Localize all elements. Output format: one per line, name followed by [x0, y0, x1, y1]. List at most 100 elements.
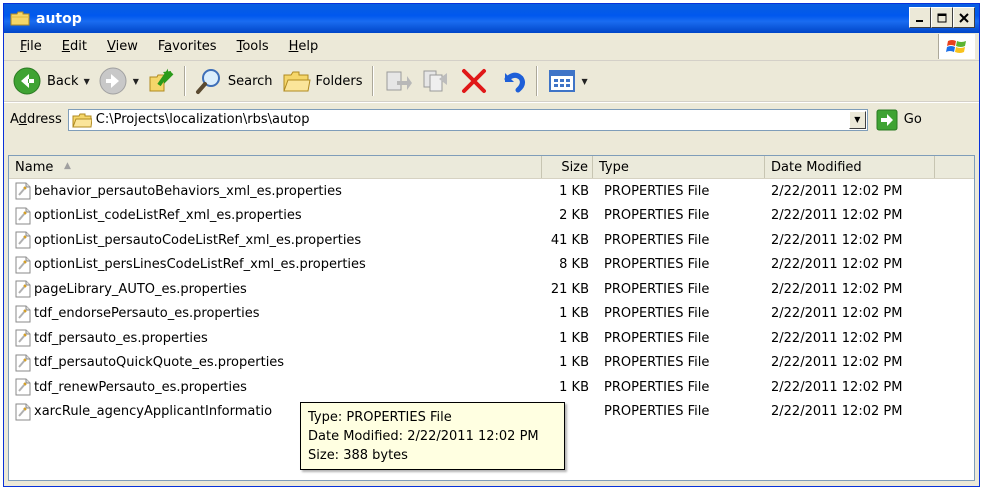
move-to-button[interactable] [379, 64, 417, 98]
file-row[interactable]: behavior_persautoBehaviors_xml_es.proper… [9, 179, 974, 204]
views-dropdown-icon[interactable]: ▼ [582, 77, 588, 86]
back-button[interactable]: Back ▼ [8, 64, 94, 98]
file-name: tdf_persauto_es.properties [34, 330, 208, 346]
address-dropdown-button[interactable]: ▼ [848, 110, 866, 129]
go-button[interactable]: Go [876, 109, 922, 131]
maximize-button[interactable] [931, 7, 953, 28]
file-row[interactable]: optionList_persautoCodeListRef_xml_es.pr… [9, 228, 974, 253]
file-row[interactable]: pageLibrary_AUTO_es.properties 21 KB PROPE… [9, 277, 974, 302]
toolbar-separator [371, 66, 374, 96]
column-header-row: Name ▲ Size Type Date Modified [9, 156, 974, 179]
close-button[interactable] [953, 7, 975, 28]
forward-button[interactable]: ▼ [94, 64, 143, 98]
file-row[interactable]: tdf_renewPersauto_es.properties 1 KB PROPE… [9, 375, 974, 400]
file-type: PROPERTIES File [604, 379, 710, 395]
properties-file-icon [15, 280, 31, 298]
folders-icon [282, 71, 311, 92]
file-name: optionList_codeListRef_xml_es.properties [34, 208, 302, 224]
column-header-size[interactable]: Size [542, 156, 593, 178]
file-name-cell[interactable]: tdf_persauto_es.properties [9, 329, 542, 347]
undo-button[interactable] [493, 64, 531, 98]
file-name: tdf_renewPersauto_es.properties [34, 379, 247, 395]
file-size: 1 KB [559, 183, 589, 199]
file-size: 41 KB [550, 232, 589, 248]
back-dropdown-icon[interactable]: ▼ [84, 77, 90, 86]
column-header-date-modified[interactable]: Date Modified [765, 156, 935, 178]
back-label: Back [47, 73, 79, 89]
file-name: behavior_persautoBehaviors_xml_es.proper… [34, 183, 342, 199]
file-row[interactable]: optionList_persLinesCodeListRef_xml_es.p… [9, 253, 974, 278]
tooltip-size: Size: 388 bytes [308, 448, 408, 463]
menu-help[interactable]: Help [279, 39, 329, 54]
menu-view[interactable]: View [97, 39, 148, 54]
sort-ascending-icon: ▲ [64, 161, 71, 171]
address-input[interactable]: C:\Projects\localization\rbs\autop ▼ [67, 108, 868, 131]
file-size: 8 KB [559, 257, 589, 273]
file-date-modified: 2/22/2011 12:02 PM [771, 232, 903, 248]
title-bar[interactable]: autop [4, 4, 979, 33]
minimize-button[interactable] [909, 7, 931, 28]
file-name-cell[interactable]: optionList_persautoCodeListRef_xml_es.pr… [9, 231, 542, 249]
standard-toolbar: Back ▼ ▼ Search Folders ▼ [4, 61, 979, 102]
file-type: PROPERTIES File [604, 281, 710, 297]
file-row[interactable]: tdf_persauto_es.properties 1 KB PROPERTIES… [9, 326, 974, 351]
file-name-cell[interactable]: tdf_endorsePersauto_es.properties [9, 305, 542, 323]
menu-edit[interactable]: Edit [52, 39, 97, 54]
delete-button[interactable] [455, 64, 493, 98]
file-name-cell[interactable]: behavior_persautoBehaviors_xml_es.proper… [9, 182, 542, 200]
explorer-window: autop File Edit View Favorites Tools Hel… [3, 3, 980, 487]
file-type: PROPERTIES File [604, 355, 710, 371]
file-row[interactable]: tdf_persautoQuickQuote_es.properties 1 KB… [9, 351, 974, 376]
file-date-modified: 2/22/2011 12:02 PM [771, 330, 903, 346]
forward-dropdown-icon[interactable]: ▼ [133, 77, 139, 86]
properties-file-icon [15, 305, 31, 323]
file-name-cell[interactable]: pageLibrary_AUTO_es.properties [9, 280, 542, 298]
toolbar-separator [183, 66, 186, 96]
file-name: optionList_persautoCodeListRef_xml_es.pr… [34, 232, 362, 248]
file-name: xarcRule_agencyApplicantInformatio [34, 404, 273, 420]
folders-button[interactable]: Folders [277, 64, 367, 98]
properties-file-icon [15, 329, 31, 347]
views-button[interactable]: ▼ [543, 64, 592, 98]
file-size: 2 KB [559, 208, 589, 224]
file-size: 1 KB [559, 355, 589, 371]
address-path: C:\Projects\localization\rbs\autop [95, 112, 310, 127]
properties-file-icon [15, 231, 31, 249]
copy-to-button[interactable] [417, 64, 455, 98]
copy-to-icon [423, 70, 447, 92]
properties-file-icon [15, 256, 31, 274]
properties-file-icon [15, 403, 31, 421]
column-header-type[interactable]: Type [593, 156, 765, 178]
address-bar: Address C:\Projects\localization\rbs\aut… [4, 102, 979, 136]
file-name-cell[interactable]: optionList_codeListRef_xml_es.properties [9, 207, 542, 225]
file-name: tdf_persautoQuickQuote_es.properties [34, 355, 285, 371]
up-folder-button[interactable] [143, 64, 179, 98]
file-name-cell[interactable]: tdf_persautoQuickQuote_es.properties [9, 354, 542, 372]
menu-file[interactable]: File [10, 39, 52, 54]
properties-file-icon [15, 207, 31, 225]
column-header-name[interactable]: Name ▲ [9, 156, 542, 178]
search-label: Search [227, 73, 273, 89]
file-row[interactable]: tdf_endorsePersauto_es.properties 1 KB PRO… [9, 302, 974, 327]
tooltip-type: Type: PROPERTIES File [308, 410, 452, 425]
file-row[interactable]: optionList_codeListRef_xml_es.properties… [9, 204, 974, 229]
file-name-cell[interactable]: optionList_persLinesCodeListRef_xml_es.p… [9, 256, 542, 274]
search-icon [195, 69, 220, 94]
file-size: 1 KB [559, 306, 589, 322]
file-type: PROPERTIES File [604, 257, 710, 273]
menu-tools[interactable]: Tools [227, 39, 279, 54]
address-label: Address [10, 112, 62, 127]
up-folder-icon [149, 68, 174, 92]
file-type: PROPERTIES File [604, 208, 710, 224]
file-type: PROPERTIES File [604, 183, 710, 199]
forward-arrow-icon [99, 67, 127, 95]
tooltip-date-modified: Date Modified: 2/22/2011 12:02 PM [308, 429, 539, 444]
menu-favorites[interactable]: Favorites [148, 39, 227, 54]
file-name-cell[interactable]: tdf_renewPersauto_es.properties [9, 378, 542, 396]
properties-file-icon [15, 378, 31, 396]
column-header-filler [935, 156, 974, 178]
file-info-tooltip: Type: PROPERTIES File Date Modified: 2/2… [300, 402, 565, 470]
search-button[interactable]: Search [191, 64, 277, 98]
window-title: autop [36, 10, 82, 27]
file-type: PROPERTIES File [604, 232, 710, 248]
